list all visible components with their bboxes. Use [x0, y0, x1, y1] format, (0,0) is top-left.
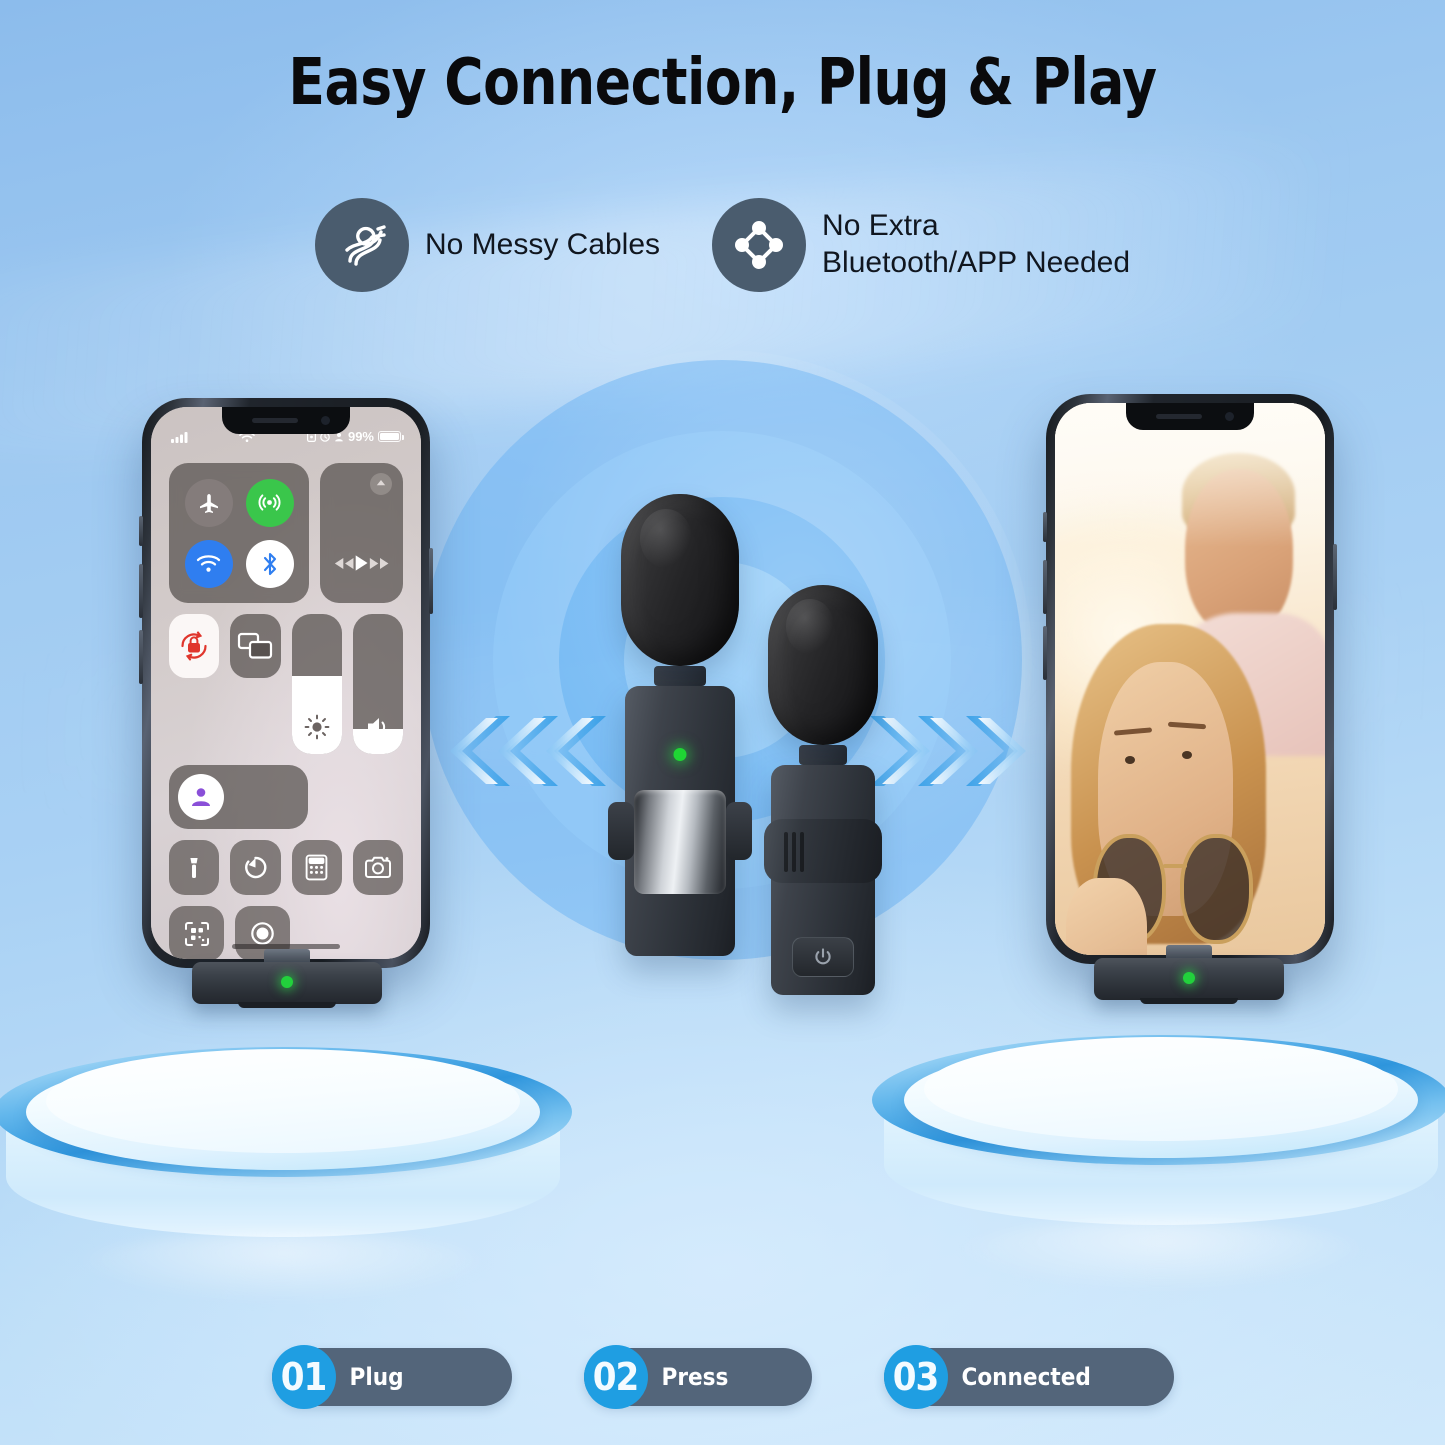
power-icon	[815, 948, 831, 965]
phone-screen	[1055, 403, 1325, 955]
brightness-icon	[304, 714, 330, 740]
shortcut-row-primary	[169, 840, 403, 895]
connectivity-tile[interactable]	[169, 463, 309, 603]
dongle-foot	[237, 1002, 337, 1008]
ios-control-center: 99%	[151, 407, 421, 959]
lavalier-mic-back	[748, 585, 898, 995]
airplane-icon[interactable]	[184, 478, 233, 527]
receiver-dongle-left	[192, 949, 382, 1008]
fast-forward-icon	[369, 557, 389, 569]
photo-woman-hand	[1065, 877, 1147, 955]
front-camera	[321, 416, 330, 425]
phone-notch	[222, 407, 350, 434]
step-badge-list: Plug 01 Press 02 Connected 03	[0, 1345, 1445, 1409]
mic-neck	[654, 666, 706, 686]
phone-volume-down-button	[139, 630, 143, 684]
podium-top-surface	[46, 1048, 520, 1154]
rewind-icon	[334, 557, 354, 569]
phone-volume-up-button	[139, 564, 143, 618]
mic-clip-wing-right	[726, 802, 752, 860]
sunglasses-bridge	[1163, 864, 1187, 869]
step-badge-connected[interactable]: Connected 03	[883, 1345, 1174, 1409]
dongle-status-led	[1183, 972, 1195, 984]
step-label: Connected	[961, 1363, 1091, 1391]
mic-grip-band	[764, 819, 882, 883]
podium-gloss	[74, 1232, 492, 1302]
battery-percent-label: 99%	[347, 429, 374, 444]
phone-mute-switch	[1043, 512, 1047, 542]
couple-selfie-photo	[1055, 403, 1325, 955]
step-label: Plug	[349, 1363, 404, 1391]
volume-icon	[367, 718, 385, 736]
battery-icon	[378, 431, 404, 442]
phone-notch	[1126, 403, 1254, 430]
step-number: 03	[883, 1345, 948, 1409]
flashlight-icon[interactable]	[169, 840, 220, 895]
focus-mode-tile[interactable]	[169, 765, 308, 829]
play-icon	[356, 555, 368, 571]
photo-woman-eye-right	[1181, 750, 1192, 759]
product-stage: 99%	[0, 0, 1445, 1445]
dongle-status-led	[281, 976, 293, 988]
step-badge-press[interactable]: Press 02	[583, 1345, 812, 1409]
mic-foam-windscreen	[621, 494, 739, 666]
phone-power-button	[1333, 544, 1337, 610]
receiver-dongle-right	[1094, 945, 1284, 1004]
mic-power-button[interactable]	[792, 937, 854, 977]
phone-volume-down-button	[1043, 626, 1047, 680]
airplay-icon[interactable]	[370, 473, 392, 495]
step-badge-plug[interactable]: Plug 01	[271, 1345, 512, 1409]
podium-gloss	[952, 1220, 1370, 1290]
control-center-grid	[169, 463, 403, 959]
dongle-foot	[1139, 998, 1239, 1004]
cellular-icon[interactable]	[245, 478, 294, 527]
mic-status-led	[673, 748, 687, 761]
earpiece-speaker	[252, 418, 298, 423]
display-podium-left	[0, 1042, 572, 1302]
step-number: 01	[271, 1345, 336, 1409]
chevrons-left-icon	[434, 712, 606, 790]
phone-power-button	[429, 548, 433, 614]
brightness-slider[interactable]	[291, 614, 342, 754]
display-podium-right	[872, 1030, 1445, 1290]
podium-top-surface	[924, 1036, 1398, 1142]
screen-mirroring-icon[interactable]	[230, 614, 281, 678]
front-camera	[1225, 412, 1234, 421]
earpiece-speaker	[1156, 414, 1202, 419]
phone-screen: 99%	[151, 407, 421, 959]
bluetooth-icon[interactable]	[245, 539, 294, 588]
control-center-phone: 99%	[139, 398, 433, 968]
timer-icon[interactable]	[230, 840, 281, 895]
calculator-icon[interactable]	[291, 840, 342, 895]
wifi-icon[interactable]	[184, 539, 233, 588]
mic-clip-wing-left	[608, 802, 634, 860]
step-label: Press	[661, 1363, 729, 1391]
phone-volume-up-button	[1043, 560, 1047, 614]
mic-neck	[799, 745, 847, 765]
mic-chrome-clip	[634, 790, 726, 894]
rotation-lock-icon[interactable]	[169, 614, 220, 678]
mic-body	[764, 765, 882, 995]
camera-icon[interactable]	[352, 840, 403, 895]
media-playback-tile[interactable]	[320, 463, 403, 603]
step-number: 02	[583, 1345, 648, 1409]
sunglasses-lens-right	[1179, 833, 1254, 944]
volume-slider[interactable]	[352, 614, 403, 754]
mic-body	[608, 686, 752, 956]
mic-foam-windscreen	[768, 585, 878, 745]
signal-bars-icon	[171, 431, 188, 443]
phone-mute-switch	[139, 516, 143, 546]
selfie-photo-phone	[1043, 394, 1337, 964]
focus-icon[interactable]	[178, 774, 224, 820]
qr-scanner-icon[interactable]	[169, 906, 224, 959]
lavalier-mic-front	[600, 494, 760, 956]
